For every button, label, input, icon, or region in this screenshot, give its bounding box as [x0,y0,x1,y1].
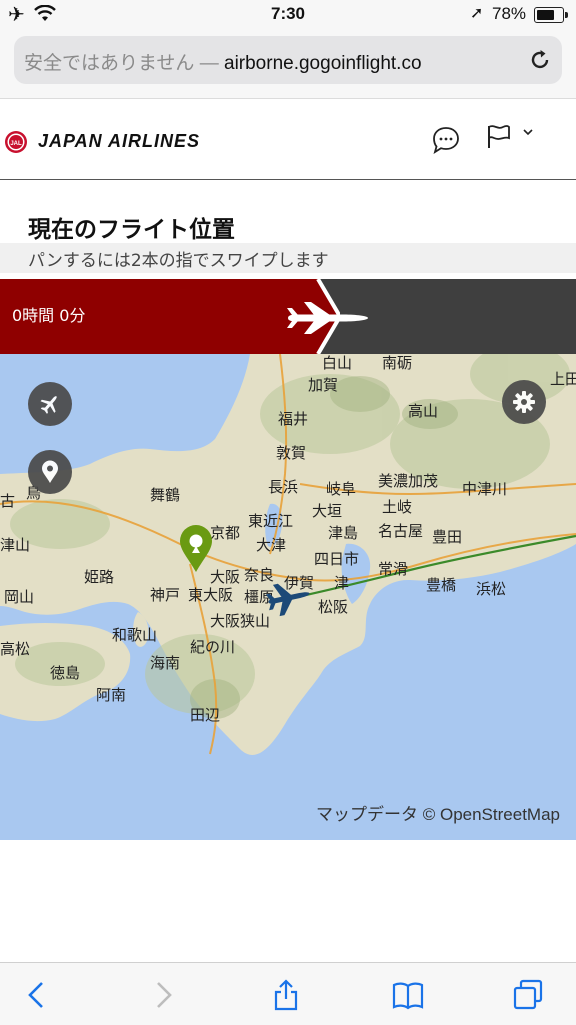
map-label: 南砺 [382,354,413,372]
map-label: 東近江 [248,512,294,530]
map-label: 敦賀 [276,444,307,462]
jal-crane-logo[interactable]: JAL [4,130,28,154]
url-bar[interactable]: 安全ではありません — airborne.gogoinflight.co [14,36,562,84]
flag-icon[interactable] [486,124,512,150]
bookmarks-icon[interactable] [392,979,424,1011]
map-label: 白山 [322,354,353,372]
map-label: 徳島 [50,664,81,682]
back-icon[interactable] [22,979,54,1011]
browser-address-area: 安全ではありません — airborne.gogoinflight.co [0,30,576,99]
brand-name[interactable]: JAPAN AIRLINES [38,131,200,152]
map-label: 長浜 [268,478,299,496]
map-label: 舞鶴 [150,486,181,504]
aircraft-position-icon [265,583,310,617]
chat-icon[interactable] [430,124,462,156]
svg-text:JAL: JAL [10,141,22,147]
map-label: 常滑 [378,560,409,578]
destination-pin-icon[interactable] [178,524,214,574]
map-label: 四日市 [314,550,360,568]
map-label: 福井 [278,410,309,428]
map-label: 上田 [550,370,576,388]
map-label: 古 [0,492,16,510]
map-label: 美濃加茂 [378,472,439,490]
map-label: 松阪 [318,598,349,616]
url-text[interactable]: 安全ではありません — airborne.gogoinflight.co [24,48,524,75]
battery-percent: 78% [492,4,527,23]
map-label: 名古屋 [378,522,424,540]
status-bar: ✈ 7:30 ➚ 78% [0,0,576,30]
map-label: 大阪狭山 [210,612,271,630]
map-label: 神戸 [150,586,181,604]
map-label: 豊橋 [426,576,457,594]
map-label: 姫路 [84,568,115,586]
pan-hint: パンするには2本の指でスワイプします [28,251,329,271]
map-label: 土岐 [382,498,413,516]
url-domain: airborne.gogoinflight.co [224,53,422,74]
tabs-icon[interactable] [512,979,544,1011]
map-label: 岡山 [4,588,35,606]
map-label: 津島 [328,524,359,542]
reload-icon[interactable] [528,48,552,72]
flight-mode-button[interactable] [28,382,72,426]
browser-toolbar [0,962,576,1025]
progress-plane-icon [287,302,368,334]
map-label: 高松 [0,640,31,658]
map-label: 京都 [210,524,241,542]
insecure-label: 安全ではありません — [24,53,219,74]
flight-map[interactable]: 白山 南砺 上田 加賀 福井 高山 敦賀 岐阜 美濃加茂 中津川 長浜 大垣 土… [0,354,576,840]
map-label: 浜松 [476,580,507,598]
map-label: 和歌山 [112,626,158,644]
map-label: 紀の川 [190,638,236,656]
map-label: 高山 [408,402,439,420]
map-label: 海南 [150,654,181,672]
location-icon: ➚ [470,5,484,22]
map-label: 大津 [256,536,287,554]
share-icon[interactable] [270,979,302,1011]
map-label: 加賀 [308,376,339,394]
map-label: 豊田 [432,528,463,546]
map-label: 津山 [0,536,31,554]
map-label: 大垣 [312,502,343,520]
flight-mode-icon [40,396,57,414]
battery-icon [534,7,568,23]
map-label: 田辺 [190,706,221,724]
map-attribution[interactable]: マップデータ © OpenStreetMap [316,800,560,825]
chevron-down-icon[interactable] [523,128,533,136]
remaining-time: 0時間 0分 [12,306,86,325]
map-label: 岐阜 [326,480,357,498]
gear-icon [513,391,535,413]
forward-icon[interactable] [146,979,178,1011]
location-pin-button[interactable] [28,450,72,494]
map-label: 東大阪 [188,586,234,604]
map-label: 中津川 [462,480,508,498]
status-time: 7:30 [270,4,306,23]
map-label: 阿南 [96,686,127,704]
settings-button[interactable] [502,380,546,424]
map-label: 津 [334,574,350,592]
location-pin-icon [42,460,58,483]
page-title: 現在のフライト位置 [28,217,235,243]
